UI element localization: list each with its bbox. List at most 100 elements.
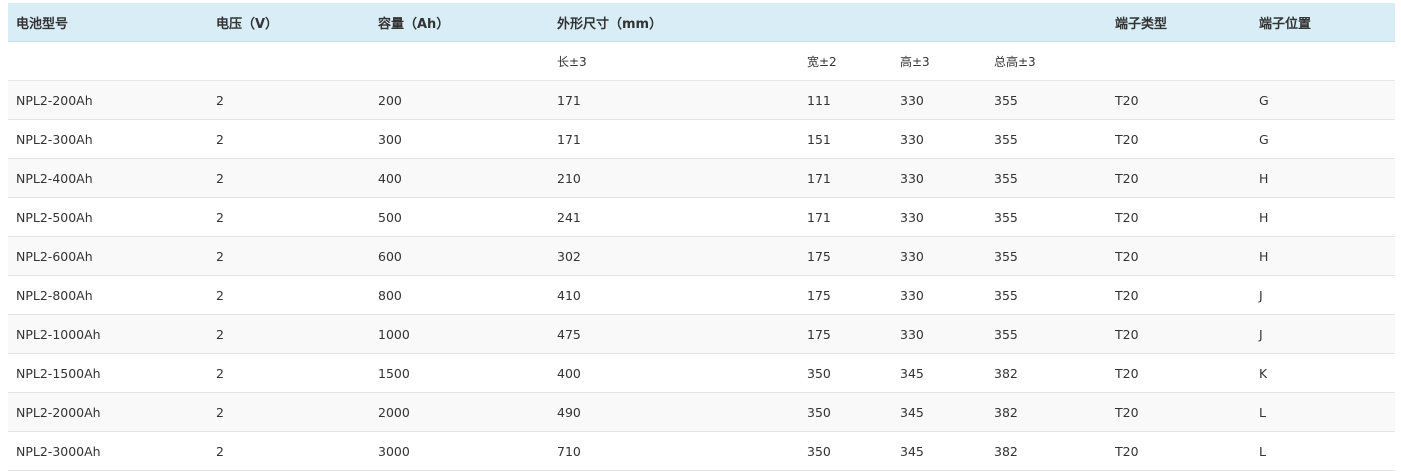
cell-terminal-type: T20 xyxy=(1107,119,1252,159)
cell-total-height: 355 xyxy=(986,236,1108,276)
table-row: NPL2-500Ah 2 500 241 171 330 355 T20 H xyxy=(8,197,1396,237)
header-dimensions: 外形尺寸（mm） xyxy=(549,3,1108,42)
cell-width: 171 xyxy=(799,197,892,237)
cell-width: 175 xyxy=(799,314,892,354)
table-row: NPL2-600Ah 2 600 302 175 330 355 T20 H xyxy=(8,236,1396,276)
cell-model: NPL2-600Ah xyxy=(8,236,208,276)
table-row: NPL2-400Ah 2 400 210 171 330 355 T20 H xyxy=(8,158,1396,198)
cell-voltage: 2 xyxy=(208,80,370,120)
cell-terminal-position: H xyxy=(1251,197,1396,237)
cell-height: 345 xyxy=(892,353,986,393)
cell-capacity: 600 xyxy=(370,236,549,276)
table-row: NPL2-2000Ah 2 2000 490 350 345 382 T20 L xyxy=(8,392,1396,432)
cell-voltage: 2 xyxy=(208,353,370,393)
table-subheader-row: 长±3 宽±2 高±3 总高±3 xyxy=(8,41,1396,81)
cell-model: NPL2-800Ah xyxy=(8,275,208,315)
table-row: NPL2-300Ah 2 300 171 151 330 355 T20 G xyxy=(8,119,1396,159)
cell-length: 490 xyxy=(549,392,799,432)
cell-total-height: 355 xyxy=(986,119,1108,159)
cell-model: NPL2-200Ah xyxy=(8,80,208,120)
cell-model: NPL2-1000Ah xyxy=(8,314,208,354)
cell-width: 350 xyxy=(799,392,892,432)
cell-height: 330 xyxy=(892,158,986,198)
cell-length: 171 xyxy=(549,119,799,159)
cell-total-height: 355 xyxy=(986,197,1108,237)
cell-height: 345 xyxy=(892,392,986,432)
cell-length: 241 xyxy=(549,197,799,237)
cell-length: 302 xyxy=(549,236,799,276)
cell-terminal-type: T20 xyxy=(1107,236,1252,276)
cell-terminal-type: T20 xyxy=(1107,158,1252,198)
cell-voltage: 2 xyxy=(208,314,370,354)
cell-terminal-type: T20 xyxy=(1107,80,1252,120)
cell-total-height: 355 xyxy=(986,80,1108,120)
cell-voltage: 2 xyxy=(208,275,370,315)
cell-length: 171 xyxy=(549,80,799,120)
cell-length: 400 xyxy=(549,353,799,393)
cell-total-height: 355 xyxy=(986,275,1108,315)
cell-total-height: 355 xyxy=(986,314,1108,354)
header-terminal-position: 端子位置 xyxy=(1251,3,1396,42)
cell-width: 350 xyxy=(799,431,892,471)
cell-length: 475 xyxy=(549,314,799,354)
subheader-height: 高±3 xyxy=(892,41,986,81)
cell-model: NPL2-2000Ah xyxy=(8,392,208,432)
subheader-total-height: 总高±3 xyxy=(986,41,1108,81)
cell-voltage: 2 xyxy=(208,236,370,276)
cell-length: 210 xyxy=(549,158,799,198)
table-header-row: 电池型号 电压（V） 容量（Ah） 外形尺寸（mm） 端子类型 端子位置 xyxy=(8,3,1396,42)
cell-model: NPL2-3000Ah xyxy=(8,431,208,471)
subheader-empty xyxy=(1107,41,1252,81)
cell-height: 345 xyxy=(892,431,986,471)
cell-terminal-position: H xyxy=(1251,236,1396,276)
cell-terminal-position: G xyxy=(1251,80,1396,120)
cell-terminal-type: T20 xyxy=(1107,275,1252,315)
cell-capacity: 200 xyxy=(370,80,549,120)
cell-length: 410 xyxy=(549,275,799,315)
cell-height: 330 xyxy=(892,275,986,315)
cell-width: 175 xyxy=(799,275,892,315)
cell-terminal-type: T20 xyxy=(1107,353,1252,393)
cell-capacity: 800 xyxy=(370,275,549,315)
cell-height: 330 xyxy=(892,197,986,237)
cell-total-height: 355 xyxy=(986,158,1108,198)
cell-voltage: 2 xyxy=(208,119,370,159)
battery-spec-table-container: 电池型号 电压（V） 容量（Ah） 外形尺寸（mm） 端子类型 端子位置 长±3… xyxy=(8,3,1396,471)
cell-model: NPL2-1500Ah xyxy=(8,353,208,393)
header-voltage: 电压（V） xyxy=(208,3,370,42)
cell-capacity: 1000 xyxy=(370,314,549,354)
cell-height: 330 xyxy=(892,314,986,354)
cell-terminal-type: T20 xyxy=(1107,314,1252,354)
cell-capacity: 500 xyxy=(370,197,549,237)
cell-height: 330 xyxy=(892,119,986,159)
table-row: NPL2-1000Ah 2 1000 475 175 330 355 T20 J xyxy=(8,314,1396,354)
cell-terminal-position: J xyxy=(1251,314,1396,354)
header-terminal-type: 端子类型 xyxy=(1107,3,1252,42)
cell-width: 151 xyxy=(799,119,892,159)
subheader-width: 宽±2 xyxy=(799,41,892,81)
cell-model: NPL2-500Ah xyxy=(8,197,208,237)
cell-model: NPL2-400Ah xyxy=(8,158,208,198)
cell-width: 175 xyxy=(799,236,892,276)
table-row: NPL2-800Ah 2 800 410 175 330 355 T20 J xyxy=(8,275,1396,315)
header-capacity: 容量（Ah） xyxy=(370,3,549,42)
cell-width: 350 xyxy=(799,353,892,393)
cell-terminal-position: K xyxy=(1251,353,1396,393)
cell-total-height: 382 xyxy=(986,353,1108,393)
cell-height: 330 xyxy=(892,80,986,120)
cell-terminal-type: T20 xyxy=(1107,392,1252,432)
cell-terminal-position: J xyxy=(1251,275,1396,315)
cell-capacity: 300 xyxy=(370,119,549,159)
cell-model: NPL2-300Ah xyxy=(8,119,208,159)
cell-terminal-type: T20 xyxy=(1107,431,1252,471)
subheader-empty xyxy=(1251,41,1396,81)
cell-voltage: 2 xyxy=(208,392,370,432)
table-row: NPL2-1500Ah 2 1500 400 350 345 382 T20 K xyxy=(8,353,1396,393)
table-row: NPL2-200Ah 2 200 171 111 330 355 T20 G xyxy=(8,80,1396,120)
cell-capacity: 1500 xyxy=(370,353,549,393)
cell-voltage: 2 xyxy=(208,431,370,471)
subheader-length: 长±3 xyxy=(549,41,799,81)
subheader-empty xyxy=(208,41,370,81)
battery-spec-table: 电池型号 电压（V） 容量（Ah） 外形尺寸（mm） 端子类型 端子位置 长±3… xyxy=(8,3,1396,471)
cell-terminal-position: H xyxy=(1251,158,1396,198)
